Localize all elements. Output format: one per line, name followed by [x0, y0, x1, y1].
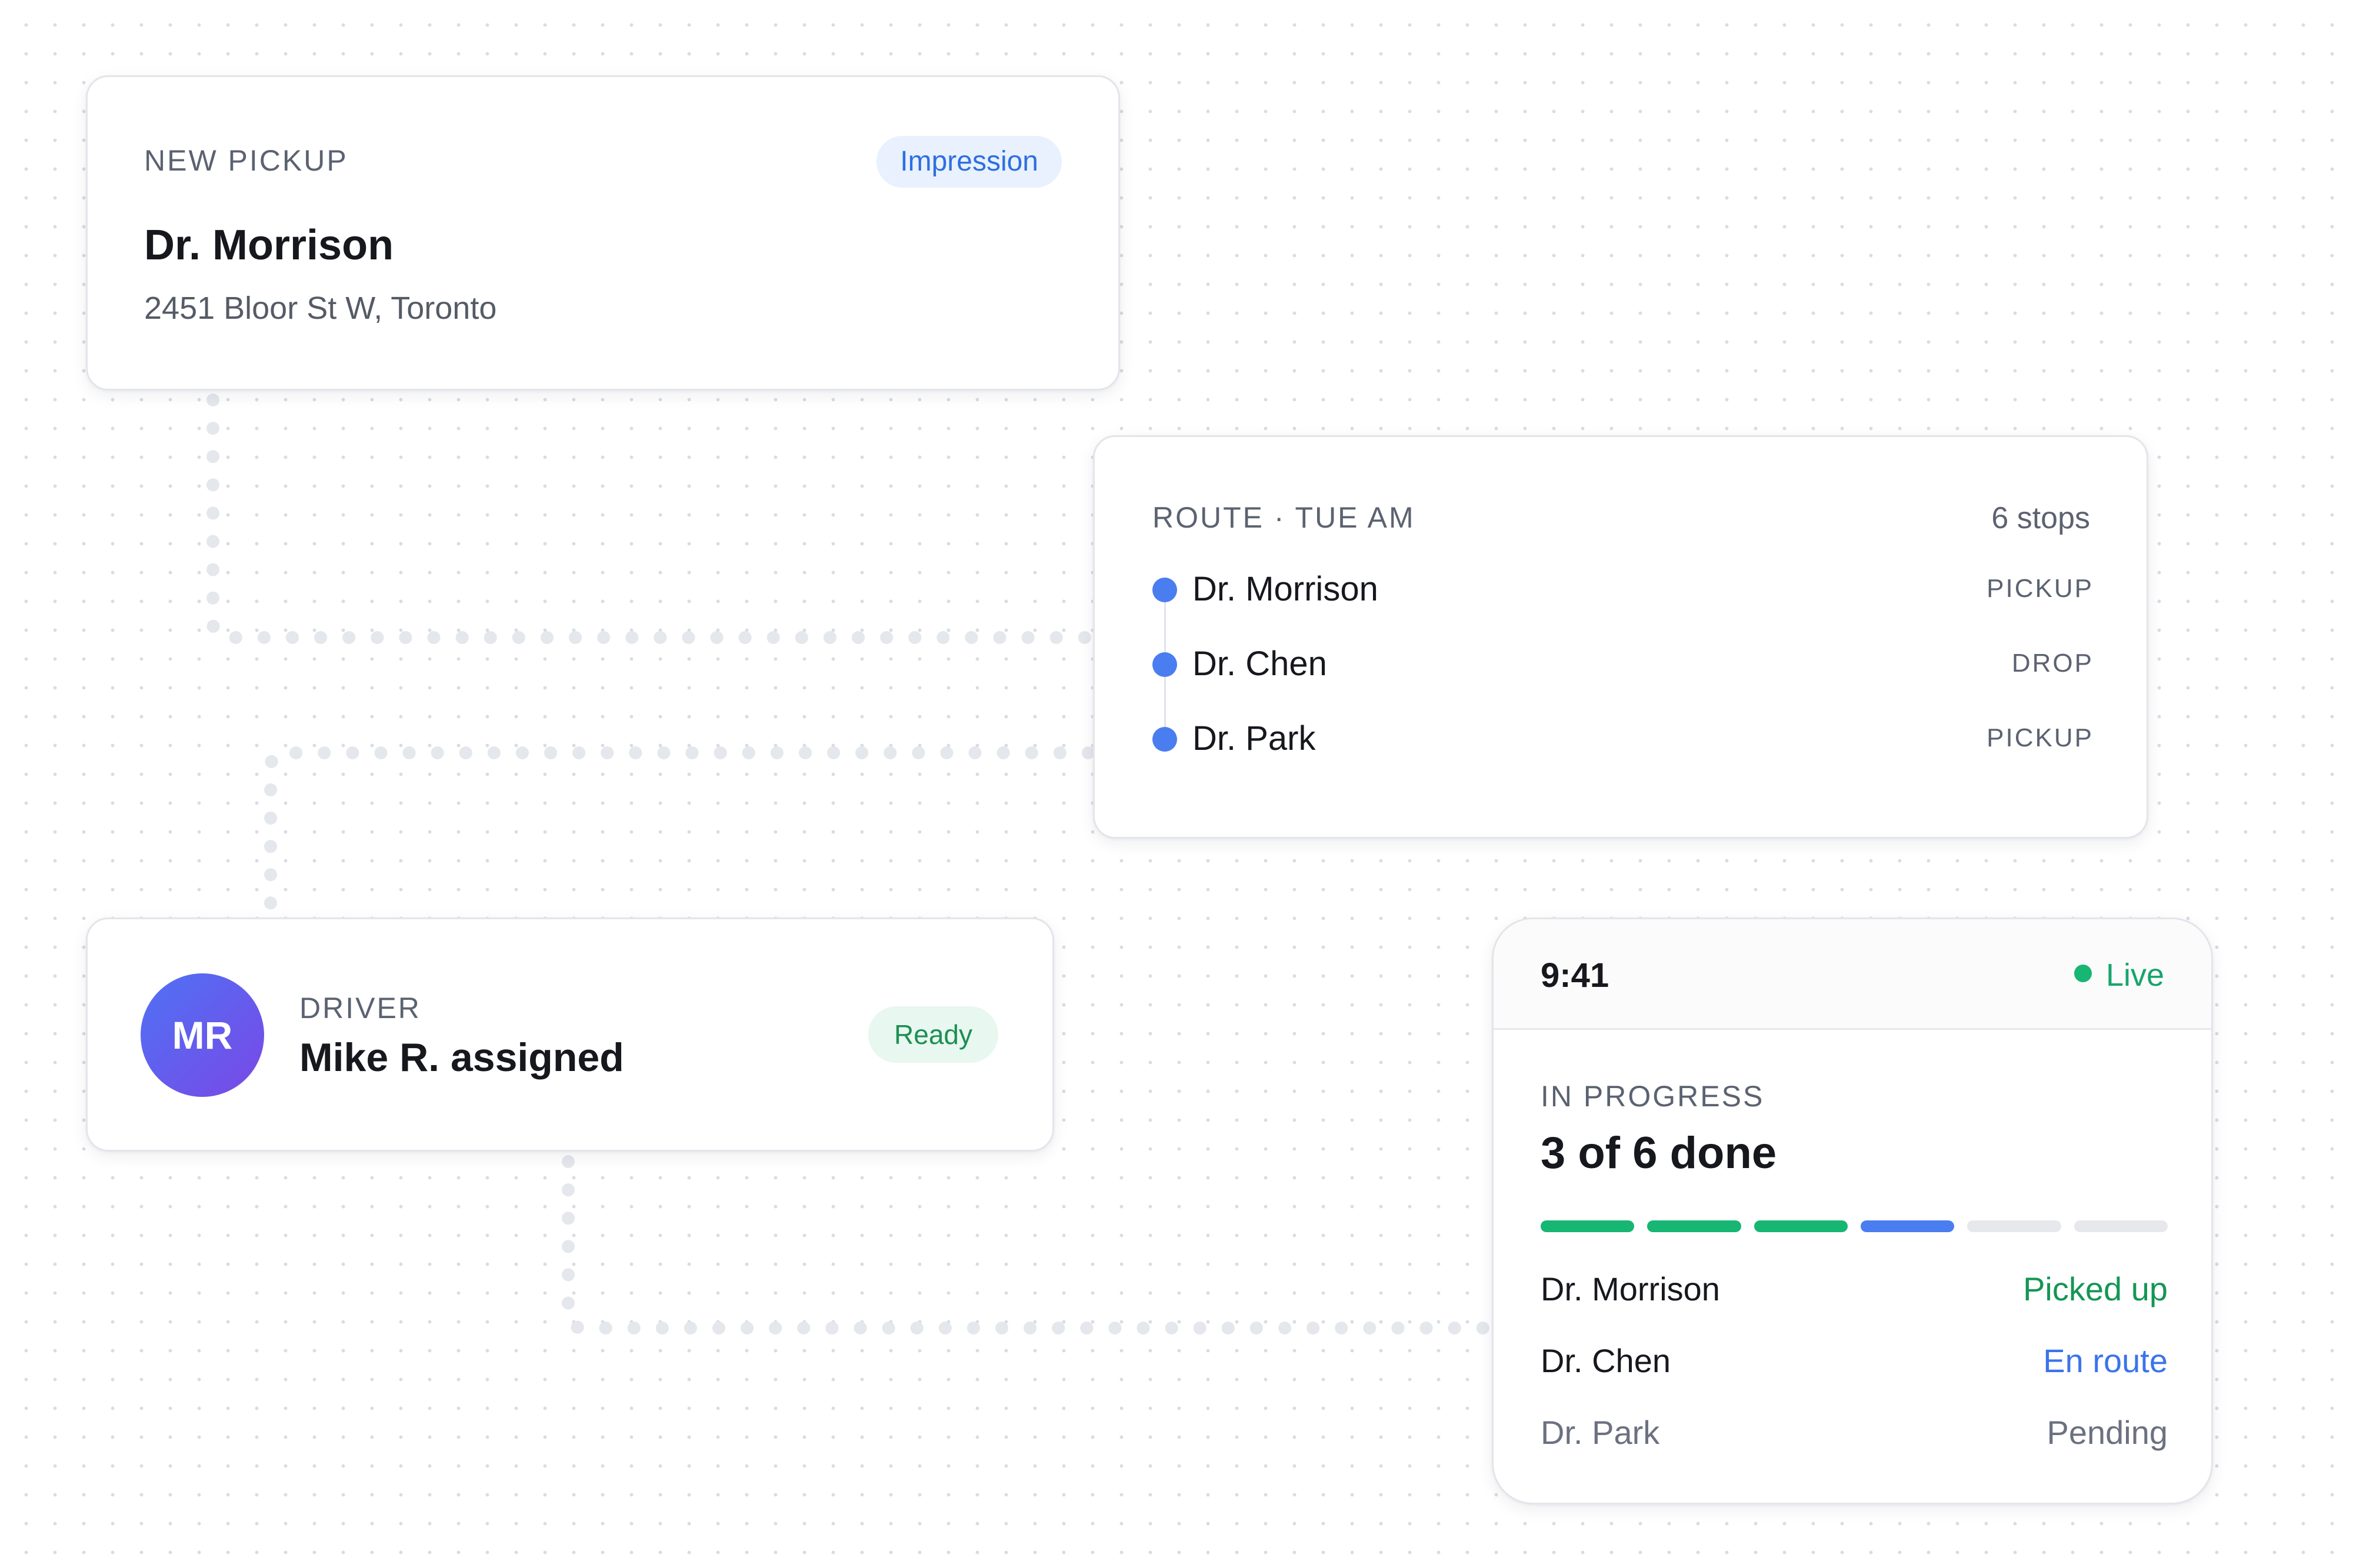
- progress-segment: [1860, 1220, 1955, 1232]
- progress-row-status: En route: [2043, 1342, 2168, 1379]
- route-eyebrow: ROUTE · TUE AM: [1152, 501, 1415, 534]
- route-stop-count: 6 stops: [1991, 501, 2090, 535]
- progress-segment: [1647, 1220, 1741, 1232]
- stop-dot-icon: [1152, 578, 1177, 602]
- progress-row[interactable]: Dr. Morrison Picked up: [1541, 1270, 2168, 1342]
- stop-name: Dr. Morrison: [1192, 570, 1378, 608]
- progress-row[interactable]: Dr. Chen En route: [1541, 1342, 2168, 1413]
- live-label: Live: [2105, 958, 2164, 993]
- live-dot-icon: [2074, 965, 2092, 982]
- progress-segment: [1967, 1220, 2061, 1232]
- route-stop[interactable]: Dr. Chen DROP: [1152, 644, 2094, 719]
- stop-type: PICKUP: [1987, 723, 2094, 752]
- driver-eyebrow: DRIVER: [299, 992, 421, 1025]
- progress-row-list: Dr. Morrison Picked up Dr. Chen En route…: [1541, 1270, 2168, 1485]
- progress-row-name: Dr. Chen: [1541, 1342, 1671, 1379]
- progress-card[interactable]: 9:41 Live IN PROGRESS 3 of 6 done Dr. Mo…: [1492, 918, 2213, 1504]
- stop-name: Dr. Park: [1192, 719, 1316, 758]
- stop-dot-icon: [1152, 727, 1177, 752]
- new-pickup-card[interactable]: NEW PICKUP Impression Dr. Morrison 2451 …: [86, 75, 1120, 391]
- driver-card[interactable]: MR DRIVER Mike R. assigned Ready: [86, 918, 1054, 1152]
- connector-pickup-to-route: [206, 393, 1095, 644]
- progress-row-name: Dr. Park: [1541, 1414, 1660, 1451]
- progress-row-status: Pending: [2047, 1414, 2168, 1451]
- driver-title: Mike R. assigned: [299, 1035, 624, 1080]
- status-bar: 9:41 Live: [1494, 919, 2211, 1030]
- pickup-title: Dr. Morrison: [144, 222, 394, 269]
- progress-row-name: Dr. Morrison: [1541, 1270, 1720, 1307]
- live-indicator: Live: [2074, 957, 2164, 993]
- ready-badge: Ready: [868, 1006, 998, 1063]
- status-time: 9:41: [1541, 956, 1609, 995]
- stop-type: PICKUP: [1987, 574, 2094, 603]
- stop-name: Dr. Chen: [1192, 645, 1327, 683]
- route-stop[interactable]: Dr. Morrison PICKUP: [1152, 569, 2094, 644]
- progress-eyebrow: IN PROGRESS: [1541, 1080, 1765, 1113]
- route-stop[interactable]: Dr. Park PICKUP: [1152, 719, 2094, 793]
- connector-driver-to-progress: [562, 1155, 1491, 1335]
- pickup-address: 2451 Bloor St W, Toronto: [144, 291, 497, 326]
- progress-segment: [1541, 1220, 1635, 1232]
- progress-segment: [1754, 1220, 1848, 1232]
- avatar: MR: [141, 973, 264, 1097]
- progress-segment: [2074, 1220, 2168, 1232]
- progress-row-status: Picked up: [2023, 1270, 2168, 1307]
- stop-dot-icon: [1152, 652, 1177, 677]
- pickup-eyebrow: NEW PICKUP: [144, 144, 348, 177]
- stop-type: DROP: [2011, 649, 2094, 678]
- progress-bar: [1541, 1220, 2168, 1232]
- progress-title: 3 of 6 done: [1541, 1128, 1777, 1178]
- route-stop-list: Dr. Morrison PICKUP Dr. Chen DROP Dr. Pa…: [1152, 569, 2094, 793]
- progress-row[interactable]: Dr. Park Pending: [1541, 1413, 2168, 1485]
- connector-route-to-driver: [264, 746, 1095, 915]
- impression-badge: Impression: [876, 136, 1062, 188]
- route-card[interactable]: ROUTE · TUE AM 6 stops Dr. Morrison PICK…: [1093, 435, 2148, 839]
